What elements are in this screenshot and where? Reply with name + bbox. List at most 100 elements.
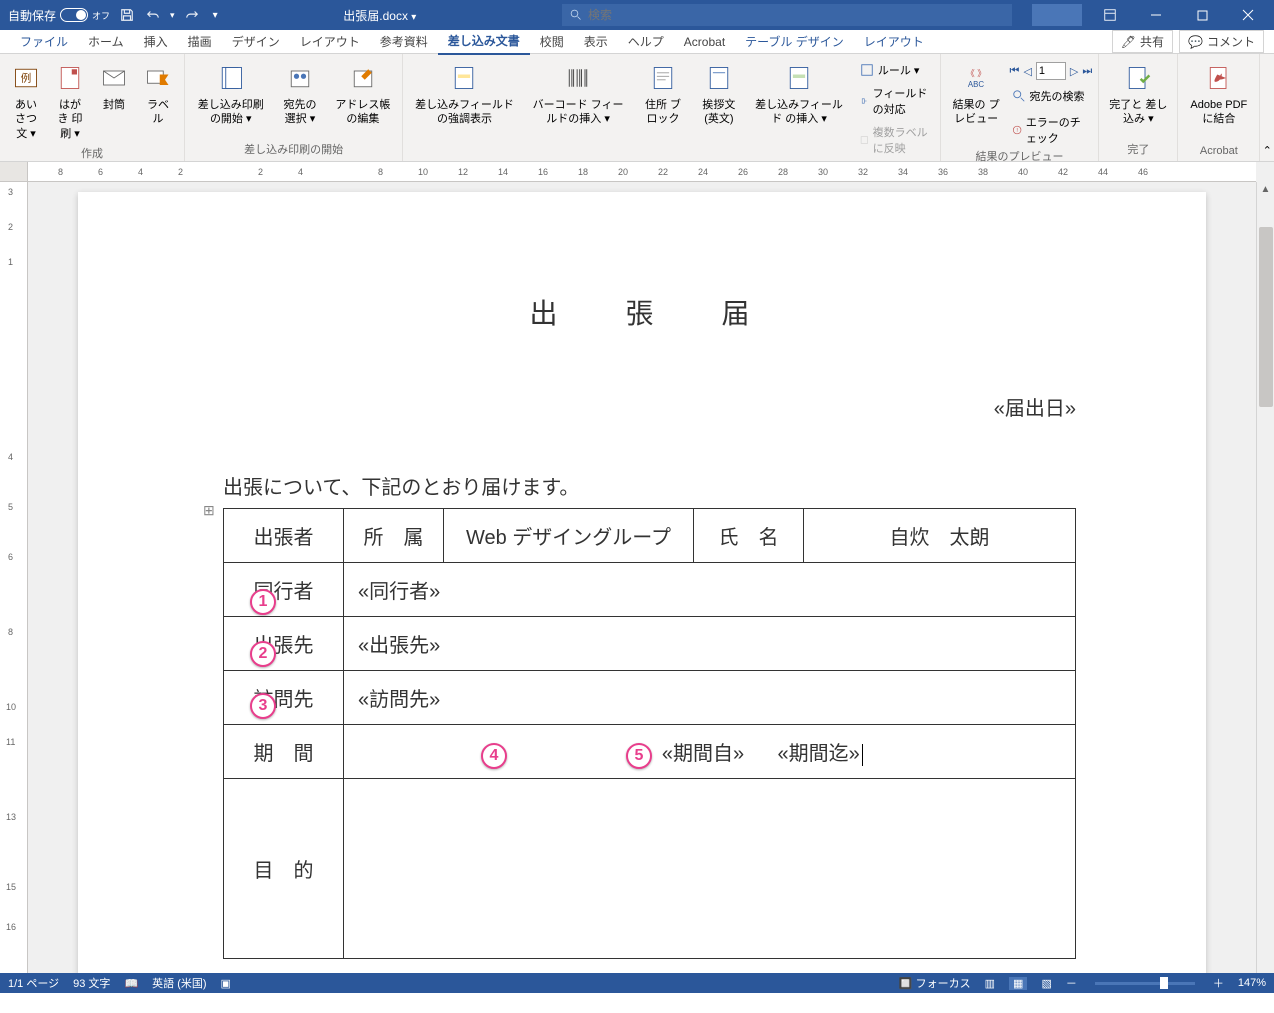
save-icon[interactable]	[118, 6, 136, 24]
status-page[interactable]: 1/1 ページ	[8, 975, 59, 991]
nav-next[interactable]: ▷	[1070, 65, 1078, 78]
btn-greeting-line[interactable]: 挨拶文 (英文)	[694, 58, 745, 131]
nav-prev[interactable]: ◁	[1023, 65, 1031, 78]
btn-greeting[interactable]: 例あいさつ 文 ▾	[6, 58, 46, 145]
btn-barcode[interactable]: バーコード フィールドの挿入 ▾	[524, 58, 633, 131]
view-print-icon[interactable]: ▦	[1009, 977, 1027, 990]
undo-chevron[interactable]: ▾	[170, 10, 175, 21]
ribbon-group-create: 例あいさつ 文 ▾ はがき 印刷 ▾ 封筒 ラベル 作成	[0, 54, 185, 161]
cell-name-value[interactable]: 自炊 太朗	[804, 509, 1076, 563]
tab-layout[interactable]: レイアウト	[290, 29, 370, 54]
ruler-horizontal[interactable]: 8642 24810 12141618 20222426 28303234 36…	[28, 162, 1256, 182]
btn-start-merge[interactable]: 差し込み印刷 の開始 ▾	[191, 58, 270, 131]
autosave-toggle[interactable]: 自動保存 オフ	[8, 7, 110, 24]
errors-icon: !	[1012, 123, 1022, 137]
cell-traveler-label[interactable]: 出張者	[224, 509, 344, 563]
nav-last[interactable]: ⏭	[1082, 65, 1092, 78]
tab-review[interactable]: 校閲	[530, 29, 574, 54]
field-date[interactable]: «届出日»	[223, 392, 1076, 421]
tab-draw[interactable]: 描画	[178, 29, 222, 54]
record-input[interactable]	[1036, 62, 1066, 80]
barcode-icon	[562, 62, 594, 94]
btn-label[interactable]: ラベル	[138, 58, 178, 131]
nav-first[interactable]: ⏮	[1010, 65, 1020, 78]
cell-visit-value[interactable]: «訪問先»	[344, 671, 1076, 725]
zoom-thumb[interactable]	[1160, 977, 1168, 989]
text-cursor	[862, 744, 863, 766]
minimize-button[interactable]	[1134, 0, 1178, 30]
cell-dept-label[interactable]: 所 属	[344, 509, 444, 563]
tab-table-design[interactable]: テーブル デザイン	[735, 29, 854, 54]
page[interactable]: 出 張 届 «届出日» ⊞ 出張について、下記のとおり届けます。 出張者 所 属…	[78, 192, 1206, 973]
btn-find-recipient[interactable]: 宛先の検索	[1010, 86, 1093, 106]
svg-text:《 》: 《 》	[966, 68, 986, 78]
btn-preview-results[interactable]: 《 》ABC結果の プレビュー	[947, 58, 1006, 131]
ribbon-display-button[interactable]	[1088, 0, 1132, 30]
status-macro-icon[interactable]: ▣	[221, 977, 231, 990]
vertical-scrollbar[interactable]: ▲	[1256, 182, 1274, 973]
btn-match-fields[interactable]: フィールドの対応	[858, 83, 930, 119]
scroll-thumb[interactable]	[1259, 227, 1273, 407]
cell-destination-label[interactable]: 出張先	[224, 617, 344, 671]
status-language[interactable]: 英語 (米国)	[152, 975, 206, 991]
status-spellcheck-icon[interactable]: 📖	[124, 977, 138, 990]
zoom-value[interactable]: 147%	[1238, 977, 1266, 989]
search-box[interactable]	[562, 4, 1012, 26]
zoom-in-button[interactable]: ＋	[1213, 975, 1224, 991]
cell-purpose-value[interactable]	[344, 779, 1076, 959]
btn-envelope[interactable]: 封筒	[94, 58, 134, 116]
comment-button[interactable]: 💬 コメント	[1179, 30, 1264, 53]
scroll-up-icon[interactable]: ▲	[1257, 182, 1274, 197]
tab-home[interactable]: ホーム	[78, 29, 134, 54]
status-focus[interactable]: 🔲 フォーカス	[899, 975, 971, 991]
cell-companion-value[interactable]: «同行者»	[344, 563, 1076, 617]
cell-destination-value[interactable]: «出張先»	[344, 617, 1076, 671]
status-words[interactable]: 93 文字	[73, 975, 110, 991]
form-table[interactable]: 出張者 所 属 Web デザイングループ 氏 名 自炊 太朗 同行者 «同行者»…	[223, 508, 1076, 959]
user-account[interactable]	[1032, 4, 1082, 26]
tab-view[interactable]: 表示	[574, 29, 618, 54]
btn-check-errors[interactable]: !エラーのチェック	[1010, 112, 1093, 148]
zoom-slider[interactable]	[1095, 982, 1195, 985]
tab-table-layout[interactable]: レイアウト	[854, 29, 934, 54]
cell-companion-label[interactable]: 同行者	[224, 563, 344, 617]
tab-file[interactable]: ファイル	[10, 29, 78, 54]
btn-rules[interactable]: ルール ▾	[858, 60, 930, 80]
cell-name-label[interactable]: 氏 名	[694, 509, 804, 563]
tab-references[interactable]: 参考資料	[370, 29, 438, 54]
document-scroll[interactable]: 出 張 届 «届出日» ⊞ 出張について、下記のとおり届けます。 出張者 所 属…	[28, 182, 1256, 973]
tab-design[interactable]: デザイン	[222, 29, 290, 54]
view-read-icon[interactable]: ▥	[985, 977, 995, 990]
btn-select-recipients[interactable]: 宛先の 選択 ▾	[274, 58, 325, 131]
ruler-vertical[interactable]: 321 456 81011 131516	[0, 182, 28, 973]
cell-visit-label[interactable]: 訪問先	[224, 671, 344, 725]
close-button[interactable]	[1226, 0, 1270, 30]
btn-insert-field[interactable]: 差し込みフィールド の挿入 ▾	[748, 58, 850, 131]
btn-highlight-fields[interactable]: 差し込みフィールド の強調表示	[409, 58, 519, 131]
preview-icon: 《 》ABC	[960, 62, 992, 94]
tab-help[interactable]: ヘルプ	[618, 29, 674, 54]
view-web-icon[interactable]: ▧	[1041, 977, 1051, 990]
tab-acrobat[interactable]: Acrobat	[674, 31, 735, 53]
search-input[interactable]	[588, 8, 1004, 22]
cell-period-value[interactable]: «期間自» «期間迄»	[344, 725, 1076, 779]
cell-dept-value[interactable]: Web デザイングループ	[444, 509, 694, 563]
share-button[interactable]: 🖊 共有	[1112, 30, 1173, 53]
table-anchor-icon[interactable]: ⊞	[203, 502, 215, 519]
collapse-ribbon-button[interactable]: ⌃	[1260, 54, 1274, 161]
btn-edit-recipients[interactable]: アドレス帳 の編集	[329, 58, 396, 131]
btn-address-block[interactable]: 住所 ブロック	[636, 58, 689, 131]
btn-adobe-pdf[interactable]: Adobe PDF に結合	[1184, 58, 1253, 131]
redo-icon[interactable]	[183, 6, 201, 24]
ribbon-group-preview: 《 》ABC結果の プレビュー ⏮ ◁ ▷ ⏭ 宛先の検索 !エラーのチェック …	[941, 54, 1100, 161]
cell-period-label[interactable]: 期 間	[224, 725, 344, 779]
tab-mailings[interactable]: 差し込み文書	[438, 28, 530, 55]
undo-icon[interactable]	[144, 6, 162, 24]
table-row: 同行者 «同行者»	[224, 563, 1076, 617]
btn-finish-merge[interactable]: 完了と 差し込み ▾	[1105, 58, 1171, 131]
cell-purpose-label[interactable]: 目 的	[224, 779, 344, 959]
maximize-button[interactable]	[1180, 0, 1224, 30]
zoom-out-button[interactable]: －	[1066, 975, 1077, 991]
btn-postcard[interactable]: はがき 印刷 ▾	[50, 58, 90, 145]
tab-insert[interactable]: 挿入	[134, 29, 178, 54]
